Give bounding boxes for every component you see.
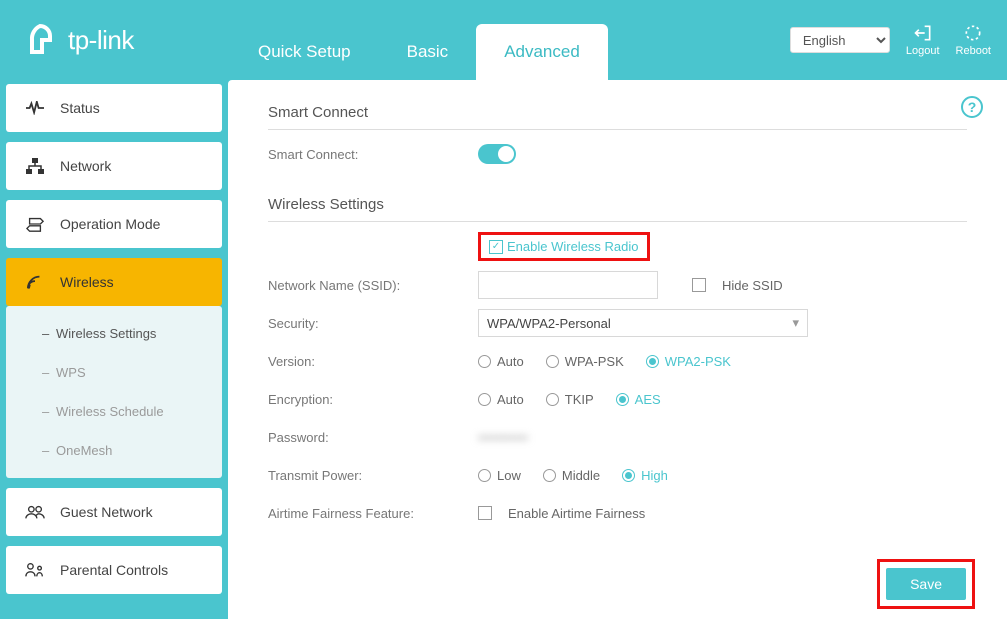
tab-basic[interactable]: Basic <box>379 24 477 80</box>
reboot-icon <box>962 23 984 43</box>
security-label: Security: <box>268 316 478 331</box>
brand-text: tp-link <box>68 25 134 56</box>
tab-quick-setup[interactable]: Quick Setup <box>230 24 379 80</box>
enable-radio-highlight: ✓ Enable Wireless Radio <box>478 232 650 261</box>
save-button[interactable]: Save <box>886 568 966 600</box>
sub-wireless-settings[interactable]: Wireless Settings <box>6 314 222 353</box>
tplink-logo-icon <box>26 22 62 58</box>
airtime-check-label: Enable Airtime Fairness <box>508 506 645 521</box>
wireless-submenu: Wireless Settings WPS Wireless Schedule … <box>6 306 222 478</box>
help-icon[interactable]: ? <box>961 96 983 118</box>
sidebar-item-parental[interactable]: Parental Controls <box>6 546 222 594</box>
hide-ssid-checkbox[interactable] <box>692 278 706 292</box>
wireless-icon <box>24 274 46 290</box>
sidebar-label-operation: Operation Mode <box>60 216 160 232</box>
sidebar-item-wireless[interactable]: Wireless <box>6 258 222 306</box>
sub-wps[interactable]: WPS <box>6 353 222 392</box>
parental-icon <box>24 562 46 578</box>
sidebar: Status Network Operation Mode Wireless W… <box>0 80 228 619</box>
enable-radio-label: Enable Wireless Radio <box>507 239 639 254</box>
sidebar-label-status: Status <box>60 100 100 116</box>
transmit-label: Transmit Power: <box>268 468 478 483</box>
logout-label: Logout <box>906 45 940 57</box>
content-panel: ? Smart Connect Smart Connect: Wireless … <box>228 80 1007 619</box>
sidebar-item-operation[interactable]: Operation Mode <box>6 200 222 248</box>
reboot-button[interactable]: Reboot <box>956 23 991 57</box>
version-wpa2-radio[interactable]: WPA2-PSK <box>646 354 731 369</box>
logout-icon <box>912 23 934 43</box>
transmit-middle-radio[interactable]: Middle <box>543 468 600 483</box>
smart-connect-label: Smart Connect: <box>268 147 478 162</box>
tabs: Quick Setup Basic Advanced <box>230 0 608 80</box>
top-bar: tp-link Quick Setup Basic Advanced Engli… <box>0 0 1007 80</box>
sidebar-label-guest: Guest Network <box>60 504 153 520</box>
encryption-tkip-radio[interactable]: TKIP <box>546 392 594 407</box>
section-wireless-settings: Wireless Settings <box>268 196 967 222</box>
ssid-label: Network Name (SSID): <box>268 278 478 293</box>
hide-ssid-label: Hide SSID <box>722 278 783 293</box>
transmit-low-radio[interactable]: Low <box>478 468 521 483</box>
encryption-aes-radio[interactable]: AES <box>616 392 661 407</box>
operation-icon <box>24 216 46 232</box>
security-value: WPA/WPA2-Personal <box>487 316 611 331</box>
sub-onemesh[interactable]: OneMesh <box>6 431 222 470</box>
language-select[interactable]: English <box>790 27 890 53</box>
airtime-checkbox[interactable] <box>478 506 492 520</box>
network-icon <box>24 158 46 174</box>
enable-radio-checkbox[interactable]: ✓ <box>489 240 503 254</box>
logo: tp-link <box>16 22 230 58</box>
airtime-label: Airtime Fairness Feature: <box>268 506 478 521</box>
password-label: Password: <box>268 430 478 445</box>
sidebar-label-network: Network <box>60 158 111 174</box>
sidebar-label-parental: Parental Controls <box>60 562 168 578</box>
password-value: ••••••••••• <box>478 430 528 445</box>
reboot-label: Reboot <box>956 45 991 57</box>
main-area: Status Network Operation Mode Wireless W… <box>0 80 1007 619</box>
sidebar-label-wireless: Wireless <box>60 274 114 290</box>
version-wpa-radio[interactable]: WPA-PSK <box>546 354 624 369</box>
encryption-auto-radio[interactable]: Auto <box>478 392 524 407</box>
security-select[interactable]: WPA/WPA2-Personal ▾ <box>478 309 808 337</box>
tab-advanced[interactable]: Advanced <box>476 24 608 80</box>
transmit-high-radio[interactable]: High <box>622 468 668 483</box>
logout-button[interactable]: Logout <box>906 23 940 57</box>
top-right: English Logout Reboot <box>790 23 991 57</box>
version-label: Version: <box>268 354 478 369</box>
section-smart-connect: Smart Connect <box>268 104 967 130</box>
encryption-label: Encryption: <box>268 392 478 407</box>
sub-wireless-schedule[interactable]: Wireless Schedule <box>6 392 222 431</box>
chevron-down-icon: ▾ <box>792 315 799 331</box>
save-highlight: Save <box>877 559 975 609</box>
version-auto-radio[interactable]: Auto <box>478 354 524 369</box>
sidebar-item-network[interactable]: Network <box>6 142 222 190</box>
sidebar-item-guest[interactable]: Guest Network <box>6 488 222 536</box>
sidebar-item-status[interactable]: Status <box>6 84 222 132</box>
smart-connect-toggle[interactable] <box>478 144 516 164</box>
guest-icon <box>24 504 46 520</box>
ssid-input[interactable] <box>478 271 658 299</box>
status-icon <box>24 101 46 115</box>
